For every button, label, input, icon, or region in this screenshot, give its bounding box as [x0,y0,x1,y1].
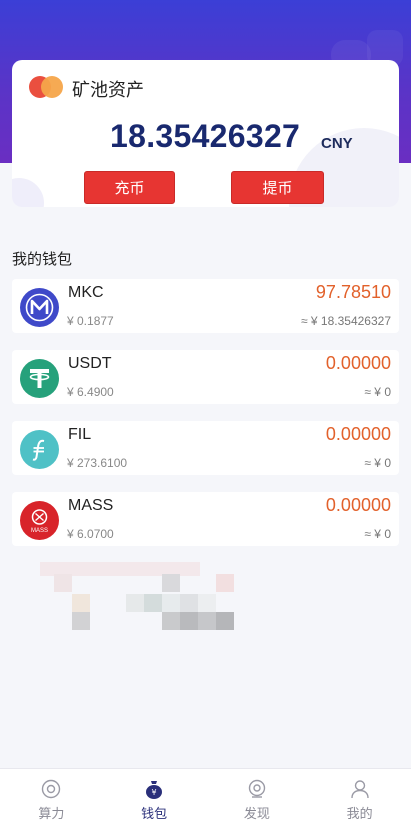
coin-quantity: 0.00000 [325,424,391,444]
coin-price: ¥ 6.0700 [67,527,114,541]
coin-price: ¥ 273.6100 [67,456,128,470]
tab-profile[interactable]: 我的 [308,769,411,823]
redacted-watermark [40,560,240,635]
tab-wallet[interactable]: ¥ 钱包 [103,769,206,823]
coin-value: ≈ ¥ 0 [364,385,391,399]
card-decoration [12,178,44,207]
fil-coin-icon [20,430,59,469]
profile-icon [349,778,371,800]
coin-name: USDT [68,355,112,372]
coin-price: ¥ 6.4900 [67,385,114,399]
asset-amount: 18.35426327 [110,118,301,154]
coin-value: ≈ ¥ 0 [364,456,391,470]
coin-quantity: 97.78510 [315,282,391,302]
svg-text:¥: ¥ [152,788,157,797]
wallet-item-mkc[interactable]: MKC ¥ 0.1877 97.78510 ≈ ¥ 18.35426327 [12,279,399,333]
coin-price: ¥ 0.1877 [67,314,114,328]
discover-icon [246,778,268,800]
mass-coin-icon: MASS [20,501,59,540]
wallet-icon: ¥ [143,778,165,800]
tab-label: 我的 [346,807,373,822]
bottom-tab-bar: 算力 ¥ 钱包 发现 我的 [0,768,411,823]
coin-quantity: 0.00000 [325,353,391,373]
coin-value: ≈ ¥ 0 [364,527,391,541]
tab-label: 算力 [38,807,65,822]
pool-logo-icon [29,76,67,98]
tab-label: 发现 [243,807,270,822]
coin-name: MASS [68,497,114,514]
tab-discover[interactable]: 发现 [206,769,309,823]
tab-compute[interactable]: 算力 [0,769,103,823]
asset-card-title: 矿池资产 [72,80,144,101]
coin-name: FIL [68,426,92,443]
tab-label: 钱包 [141,807,168,822]
coin-value: ≈ ¥ 18.35426327 [301,314,391,328]
wallet-item-usdt[interactable]: USDT ¥ 6.4900 0.00000 ≈ ¥ 0 [12,350,399,404]
coin-name: MKC [68,284,104,301]
svg-text:MASS: MASS [31,528,48,534]
withdraw-button[interactable]: 提币 [231,171,324,204]
asset-card: 矿池资产 18.35426327 CNY 充币 提币 [12,60,399,207]
compute-icon [40,778,62,800]
wallet-item-mass[interactable]: MASS MASS ¥ 6.0700 0.00000 ≈ ¥ 0 [12,492,399,546]
deposit-button[interactable]: 充币 [84,171,175,204]
wallet-section-title: 我的钱包 [12,250,73,268]
mkc-coin-icon [20,288,59,327]
wallet-item-fil[interactable]: FIL ¥ 273.6100 0.00000 ≈ ¥ 0 [12,421,399,475]
asset-unit: CNY [321,135,353,152]
coin-quantity: 0.00000 [325,495,391,515]
usdt-coin-icon [20,359,59,398]
